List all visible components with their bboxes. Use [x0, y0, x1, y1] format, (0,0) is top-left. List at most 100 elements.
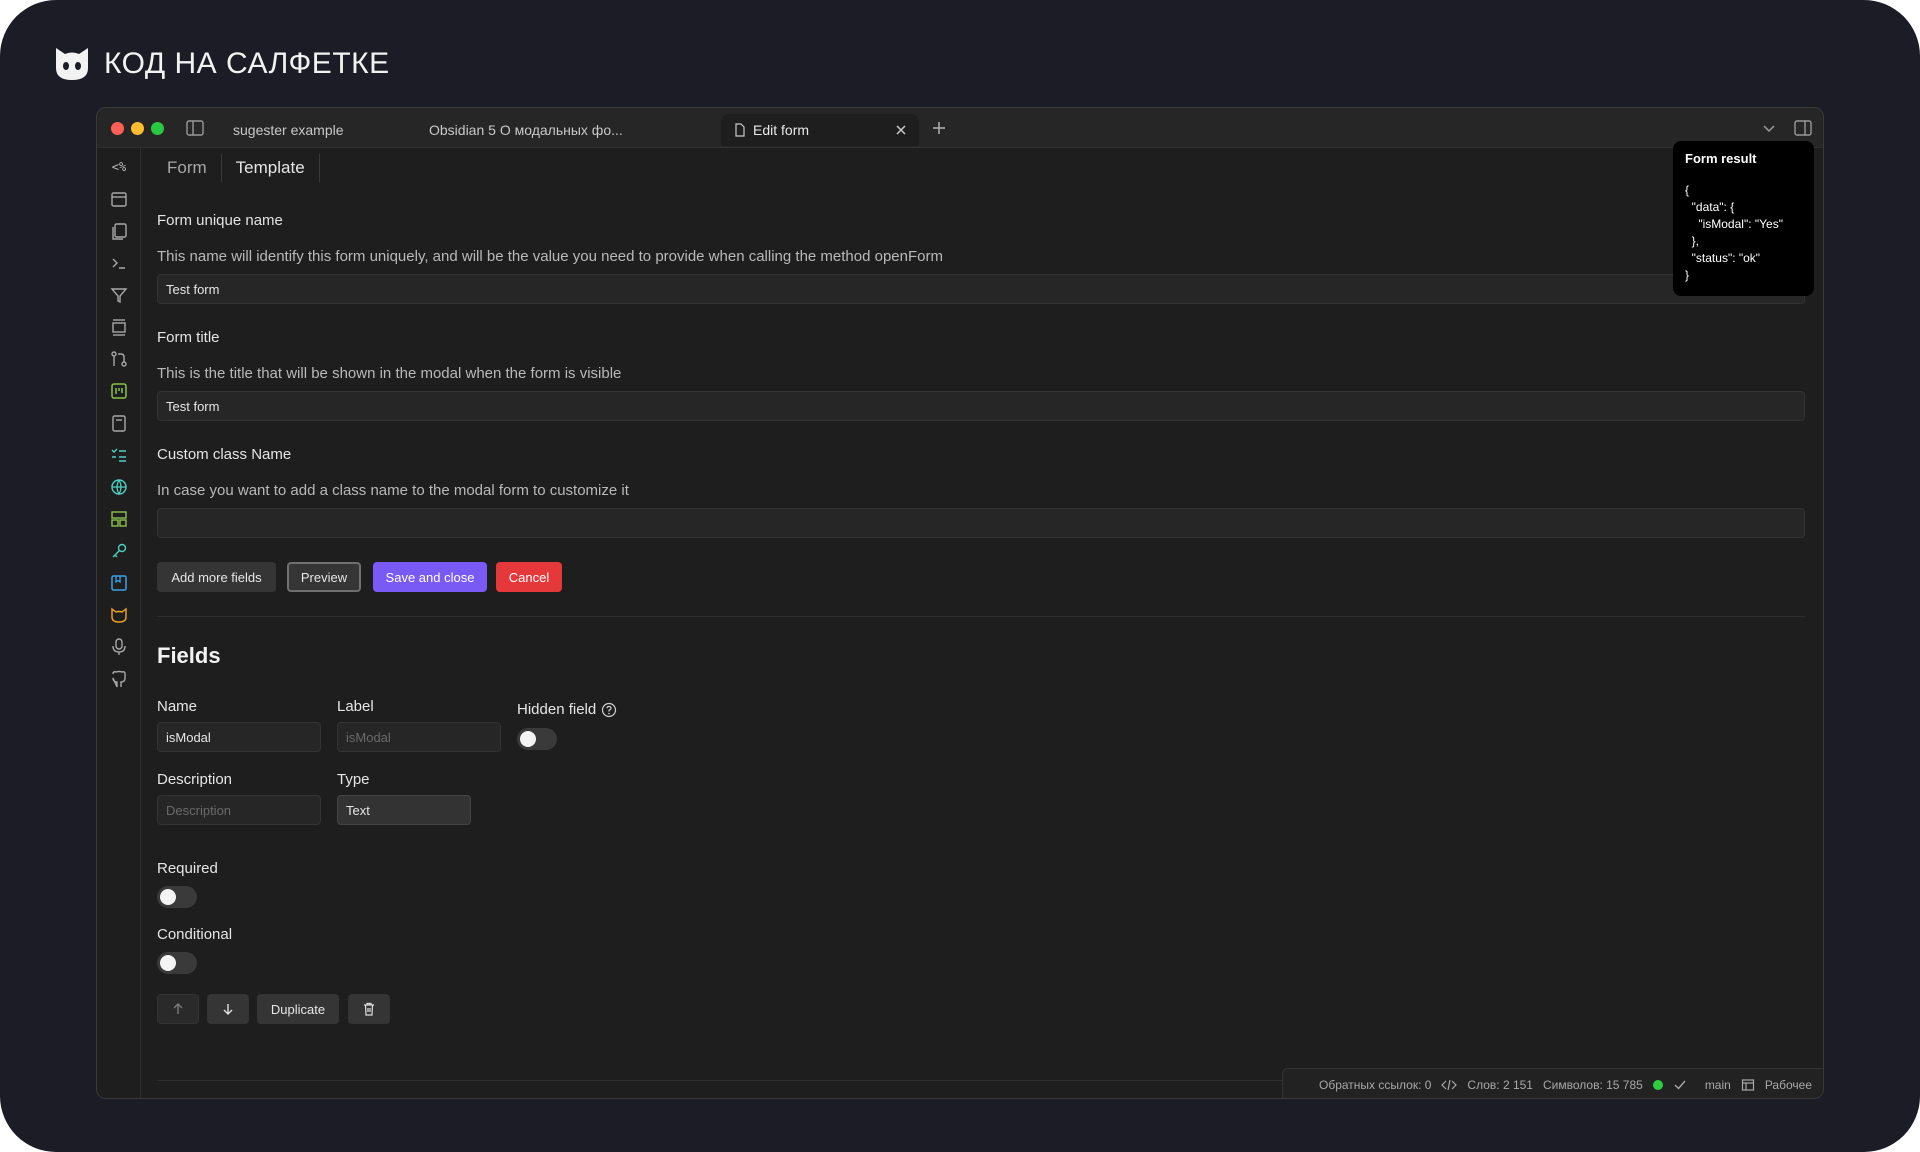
field-description-label: Description	[157, 771, 233, 788]
minimize-window-button[interactable]	[131, 122, 144, 135]
field-name-label: Name	[157, 698, 198, 715]
word-count: Слов: 2 151	[1467, 1077, 1533, 1092]
filter-icon[interactable]	[108, 284, 130, 306]
cancel-button[interactable]: Cancel	[496, 562, 562, 592]
custom-class-description: In case you want to add a class name to …	[157, 482, 629, 499]
git-icon[interactable]	[108, 348, 130, 370]
duplicate-label: Duplicate	[270, 1001, 326, 1017]
close-window-button[interactable]	[111, 122, 124, 135]
form-title-input[interactable]: Test form	[157, 391, 1805, 421]
hidden-field-label: Hidden field	[517, 701, 597, 718]
field-type-label: Type	[337, 771, 370, 788]
brand: КОД НА САЛФЕТКЕ	[52, 44, 390, 84]
form-result-title: Form result	[1685, 151, 1757, 166]
unique-name-input[interactable]: Test form	[157, 274, 1805, 304]
tab-obsidian-modal[interactable]: Obsidian 5 О модальных фо...	[417, 114, 717, 146]
delete-field-button[interactable]	[348, 994, 390, 1024]
right-sidebar-toggle-icon[interactable]	[1793, 118, 1813, 138]
globe-icon[interactable]	[108, 476, 130, 498]
form-template-tabs: Form Template	[153, 148, 320, 188]
cancel-label: Cancel	[508, 569, 550, 585]
form-result-popup: Form result { "data": { "isModal": "Yes"…	[1673, 141, 1814, 296]
tab-form[interactable]: Form	[153, 154, 222, 182]
key-icon[interactable]	[108, 540, 130, 562]
tasks-icon[interactable]	[108, 444, 130, 466]
tab-form-label: Form	[167, 158, 207, 177]
calendar-icon[interactable]	[108, 188, 130, 210]
field-description-input[interactable]: Description	[157, 795, 321, 825]
layers-icon[interactable]	[108, 316, 130, 338]
mic-icon[interactable]	[108, 636, 130, 658]
left-ribbon: <%	[97, 148, 141, 1098]
form-title-label: Form title	[157, 329, 220, 346]
help-icon[interactable]	[601, 702, 617, 718]
save-and-close-button[interactable]: Save and close	[373, 562, 487, 592]
book-icon[interactable]	[108, 412, 130, 434]
tab-sugester-example[interactable]: sugester example	[221, 114, 411, 146]
kanban-icon[interactable]	[108, 380, 130, 402]
unique-name-description: This name will identify this form unique…	[157, 248, 943, 265]
app-window: sugester example Obsidian 5 О модальных …	[96, 107, 1824, 1099]
file-icon	[735, 123, 745, 137]
move-down-button[interactable]	[207, 994, 249, 1024]
fields-heading: Fields	[157, 643, 221, 668]
zoom-window-button[interactable]	[151, 122, 164, 135]
custom-class-input[interactable]	[157, 508, 1805, 538]
preview-button[interactable]: Preview	[287, 562, 361, 592]
hidden-field-label-wrap: Hidden field	[517, 701, 617, 718]
preview-label: Preview	[300, 569, 348, 585]
github-icon[interactable]	[108, 668, 130, 690]
status-bar: Обратных ссылок: 0 Слов: 2 151 Символов:…	[1282, 1068, 1823, 1098]
conditional-label: Conditional	[157, 926, 233, 943]
custom-class-label: Custom class Name	[157, 446, 292, 463]
required-toggle[interactable]	[157, 886, 197, 908]
toggle-knob	[520, 731, 536, 747]
new-tab-icon[interactable]	[929, 118, 949, 138]
cat-logo-icon	[56, 48, 88, 80]
templater-label: <%	[111, 160, 127, 174]
tab-label: Edit form	[753, 122, 810, 138]
toggle-knob	[160, 955, 176, 971]
layout-icon[interactable]	[108, 508, 130, 530]
titlebar: sugester example Obsidian 5 О модальных …	[97, 108, 1823, 148]
form-title-description: This is the title that will be shown in …	[157, 365, 622, 382]
backlinks-count[interactable]: Обратных ссылок: 0	[1319, 1078, 1431, 1092]
arrow-up-icon	[173, 1003, 183, 1014]
field-label-label: Label	[337, 698, 374, 715]
bookmark-icon[interactable]	[108, 572, 130, 594]
duplicate-button[interactable]: Duplicate	[257, 994, 339, 1024]
code-icon[interactable]	[1441, 1078, 1458, 1092]
conditional-toggle[interactable]	[157, 952, 197, 974]
hidden-field-toggle[interactable]	[517, 728, 557, 750]
templater-icon[interactable]: <%	[108, 156, 130, 178]
field-name-input[interactable]: isModal	[157, 722, 321, 752]
move-up-button[interactable]	[157, 994, 199, 1024]
files-icon[interactable]	[108, 220, 130, 242]
field-type-select[interactable]: Text	[337, 795, 471, 825]
form-result-json: { "data": { "isModal": "Yes" }, "status"…	[1685, 183, 1783, 282]
tab-label: Obsidian 5 О модальных фо...	[429, 122, 623, 138]
screenshot-frame: КОД НА САЛФЕТКЕ sugester example Obsidia…	[0, 0, 1920, 1152]
workspace-name[interactable]: Рабочее	[1765, 1078, 1812, 1092]
required-label: Required	[157, 860, 218, 877]
field-type-value: Text	[346, 802, 370, 818]
toggle-knob	[160, 889, 176, 905]
save-label: Save and close	[385, 569, 475, 585]
sync-status-icon[interactable]	[1652, 1079, 1663, 1090]
tab-template[interactable]: Template	[222, 154, 320, 182]
tab-template-label: Template	[235, 158, 305, 177]
terminal-icon[interactable]	[108, 252, 130, 274]
tab-edit-form[interactable]: Edit form	[721, 114, 919, 146]
chevron-down-icon[interactable]	[1759, 118, 1779, 138]
add-more-fields-button[interactable]: Add more fields	[157, 562, 276, 592]
trash-icon	[364, 1002, 374, 1016]
char-count: Символов: 15 785	[1542, 1077, 1643, 1092]
section-divider	[157, 616, 1805, 617]
git-branch[interactable]: main	[1705, 1078, 1731, 1092]
editor-content: Form Template Form unique name This name…	[141, 148, 1823, 1098]
sidebar-toggle-icon[interactable]	[185, 118, 205, 138]
check-icon[interactable]	[1673, 1078, 1687, 1092]
cat-icon[interactable]	[108, 604, 130, 626]
field-label-input[interactable]: isModal	[337, 722, 501, 752]
close-icon[interactable]	[893, 122, 909, 138]
